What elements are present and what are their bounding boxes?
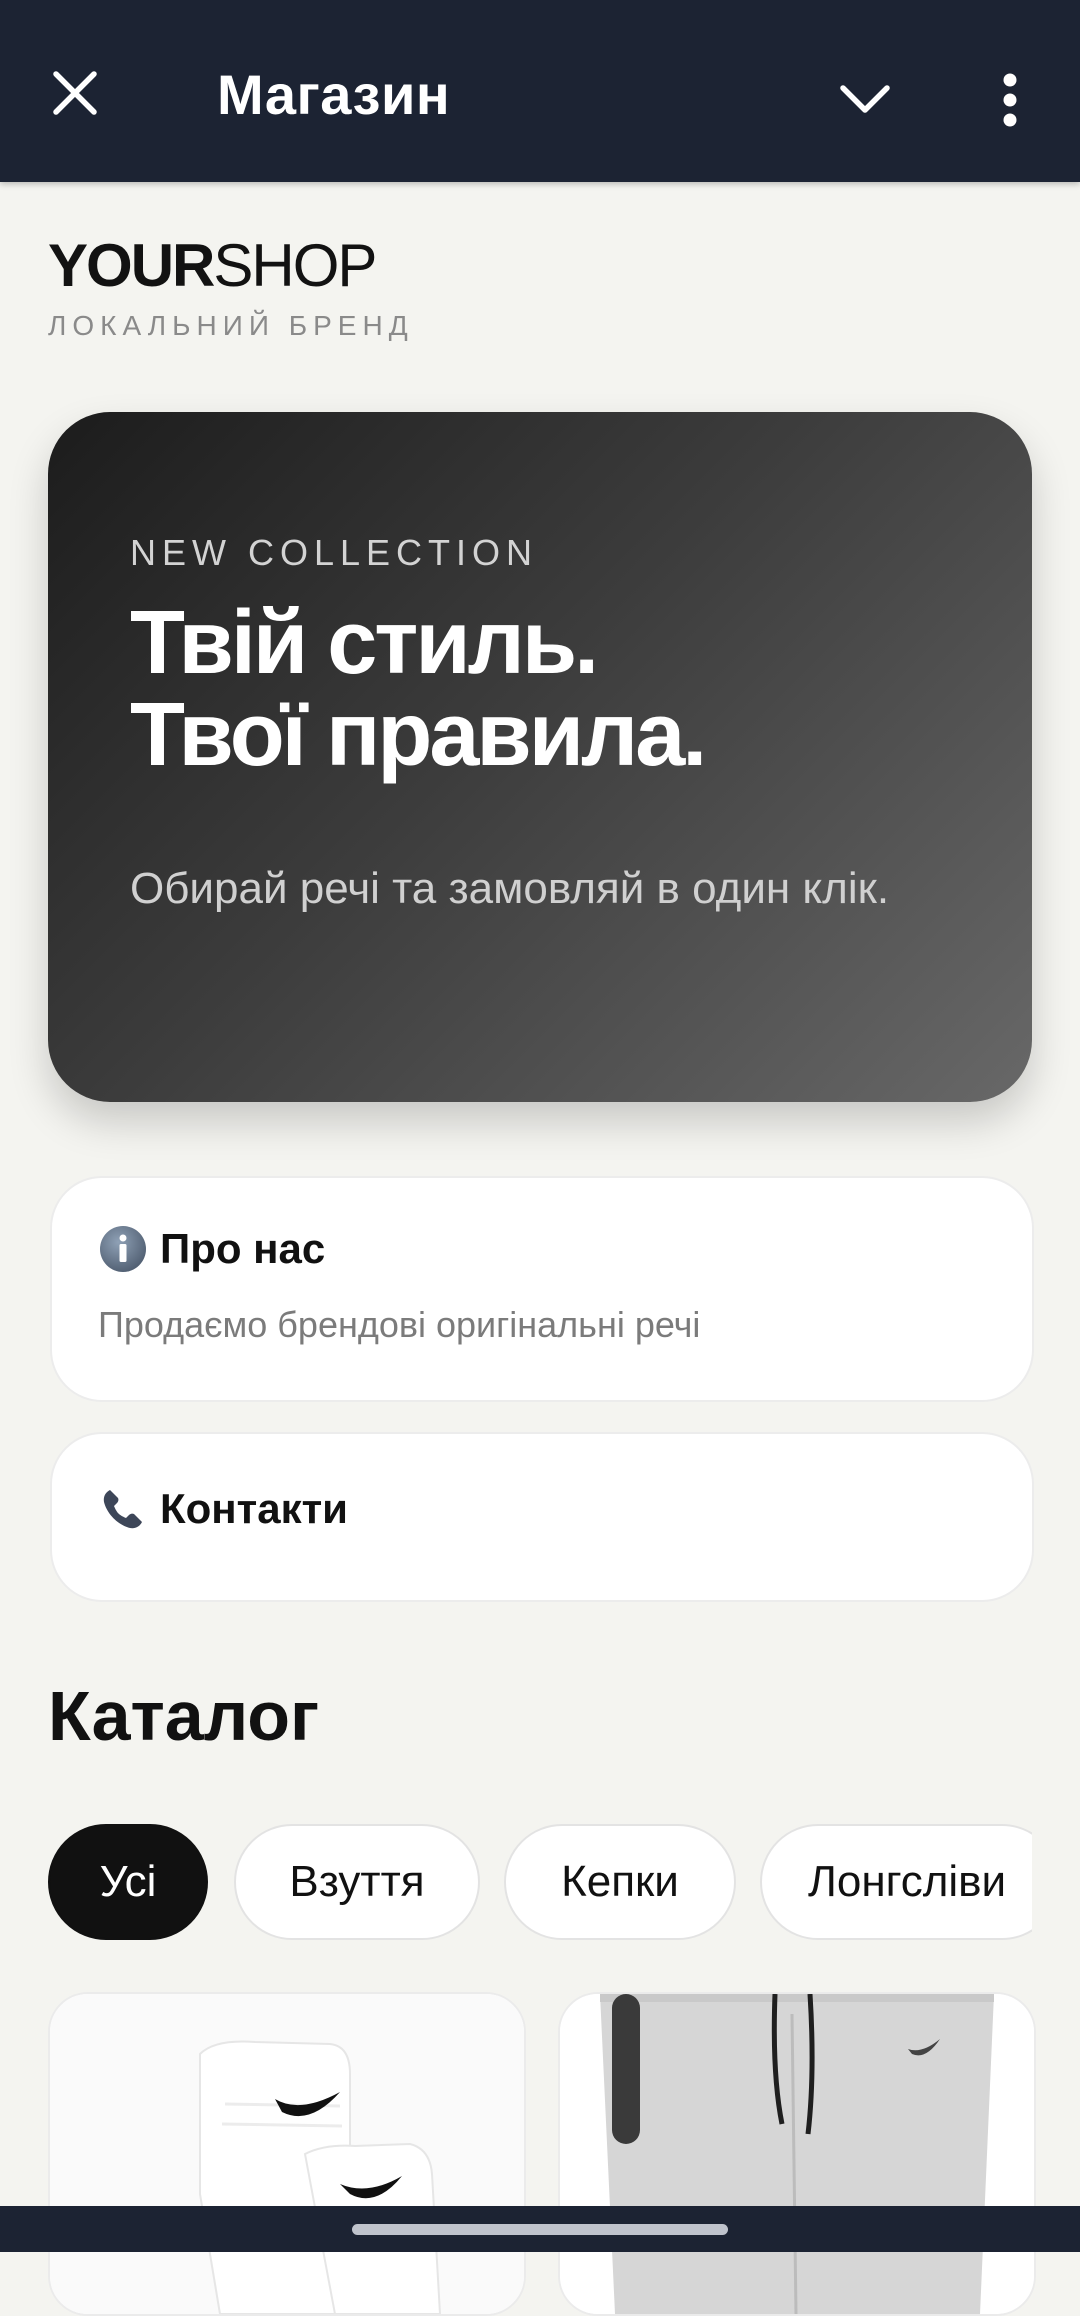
- contacts-card[interactable]: Контакти: [50, 1432, 1034, 1602]
- app-bar-title: Магазин: [217, 63, 451, 126]
- product-card[interactable]: [558, 1992, 1036, 2316]
- brand-tagline: ЛОКАЛЬНИЙ БРЕНД: [48, 310, 414, 341]
- category-chips: Усі Взуття Кепки Лонгсліви: [48, 1822, 1032, 1946]
- grey-pants-image: [560, 1994, 1034, 2314]
- brand-logo: YOURSHOP: [48, 232, 377, 299]
- brand-header: YOURSHOP ЛОКАЛЬНИЙ БРЕНД: [48, 236, 414, 342]
- chevron-down-icon[interactable]: [837, 74, 893, 124]
- system-nav-bar: [0, 2206, 1080, 2252]
- home-indicator[interactable]: [352, 2224, 728, 2235]
- chip-caps[interactable]: Кепки: [504, 1824, 736, 1940]
- catalog-title: Каталог: [48, 1677, 320, 1755]
- more-vertical-icon[interactable]: [990, 72, 1030, 128]
- product-card[interactable]: [48, 1992, 526, 2316]
- hero-description: Обирай речі та замовляй в один клік.: [130, 864, 890, 913]
- phone-icon: [103, 1490, 142, 1529]
- hero-banner: NEW COLLECTION Твій стиль. Твої правила.…: [48, 412, 1032, 1102]
- about-text: Продаємо брендові оригінальні речі: [98, 1304, 701, 1345]
- white-socks-image: [50, 1994, 524, 2314]
- chip-longsleeves[interactable]: Лонгсліви: [760, 1824, 1032, 1940]
- close-icon[interactable]: [50, 68, 100, 118]
- hero-kicker: NEW COLLECTION: [130, 532, 539, 573]
- contacts-title: Контакти: [160, 1485, 348, 1532]
- about-card[interactable]: Про нас Продаємо брендові оригінальні ре…: [50, 1176, 1034, 1402]
- info-icon: [100, 1226, 146, 1272]
- about-title: Про нас: [160, 1225, 326, 1272]
- hero-headline: Твій стиль. Твої правила.: [130, 593, 707, 785]
- chip-all[interactable]: Усі: [48, 1824, 208, 1940]
- chip-shoes[interactable]: Взуття: [234, 1824, 480, 1940]
- app-bar: Магазин: [0, 0, 1080, 182]
